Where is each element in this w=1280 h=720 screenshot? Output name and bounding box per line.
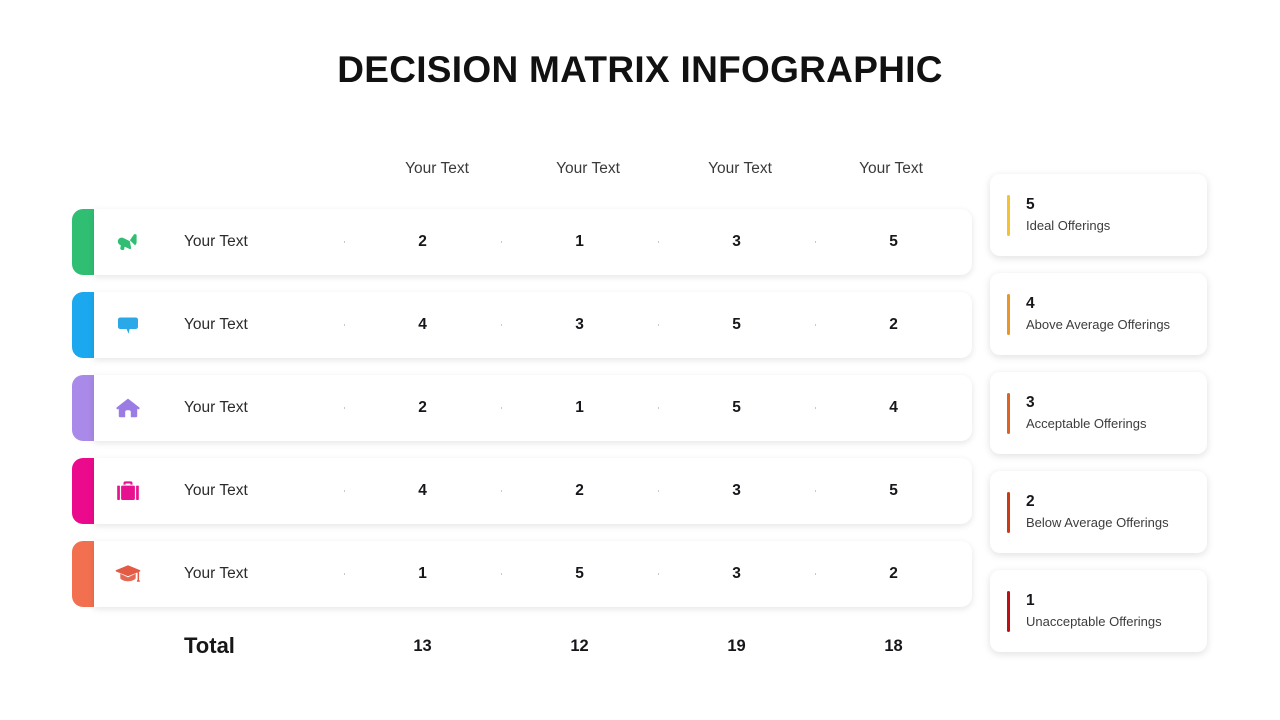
- legend-score: 2: [1026, 492, 1035, 510]
- matrix-cell: 2: [501, 482, 658, 500]
- legend-accent-bar: [1007, 294, 1010, 335]
- speech-bubble-icon: [94, 312, 162, 338]
- matrix-cell: 2: [344, 233, 501, 251]
- matrix-cell: 4: [815, 399, 972, 417]
- matrix-cell: 5: [658, 399, 815, 417]
- matrix-cell: 2: [815, 565, 972, 583]
- matrix-cell: 2: [815, 316, 972, 334]
- row-card[interactable]: Your Text 4 3 5 2: [94, 292, 972, 358]
- matrix-cell: 1: [344, 565, 501, 583]
- matrix-rows: Your Text 2 1 3 5 Your Text 4 3 5 2 Your…: [72, 209, 972, 607]
- legend-score: 5: [1026, 195, 1035, 213]
- briefcase-icon: [94, 478, 162, 504]
- legend-score: 4: [1026, 294, 1035, 312]
- column-header-1: Your Text: [405, 160, 469, 177]
- legend-panel: 5 Ideal Offerings 4 Above Average Offeri…: [990, 174, 1207, 669]
- legend-item-5[interactable]: 5 Ideal Offerings: [990, 174, 1207, 256]
- legend-accent-bar: [1007, 591, 1010, 632]
- total-value: 18: [884, 636, 903, 655]
- row-accent-bar: [72, 209, 94, 275]
- table-row[interactable]: Your Text 2 1 3 5: [72, 209, 972, 275]
- table-row[interactable]: Your Text 4 3 5 2: [72, 292, 972, 358]
- table-row[interactable]: Your Text 2 1 5 4: [72, 375, 972, 441]
- row-card[interactable]: Your Text 1 5 3 2: [94, 541, 972, 607]
- total-value: 19: [727, 636, 746, 655]
- legend-label: Acceptable Offerings: [1026, 415, 1147, 431]
- legend-item-3[interactable]: 3 Acceptable Offerings: [990, 372, 1207, 454]
- legend-item-4[interactable]: 4 Above Average Offerings: [990, 273, 1207, 355]
- legend-item-2[interactable]: 2 Below Average Offerings: [990, 471, 1207, 553]
- matrix-cell: 2: [344, 399, 501, 417]
- total-label: Total: [184, 633, 235, 658]
- graduation-cap-icon: [94, 561, 162, 587]
- column-header-4: Your Text: [859, 160, 923, 177]
- matrix-cell: 3: [501, 316, 658, 334]
- row-label: Your Text: [184, 565, 248, 582]
- megaphone-icon: [94, 228, 162, 256]
- total-value: 13: [413, 636, 432, 655]
- legend-label: Above Average Offerings: [1026, 316, 1171, 332]
- row-cells: 2 1 5 4: [344, 399, 972, 417]
- row-card[interactable]: Your Text 2 1 5 4: [94, 375, 972, 441]
- matrix-cell: 5: [501, 565, 658, 583]
- row-card[interactable]: Your Text 4 2 3 5: [94, 458, 972, 524]
- row-label: Your Text: [184, 482, 248, 499]
- row-accent-bar: [72, 458, 94, 524]
- row-label: Your Text: [184, 233, 248, 250]
- row-accent-bar: [72, 541, 94, 607]
- row-cells: 1 5 3 2: [344, 565, 972, 583]
- total-value: 12: [570, 636, 589, 655]
- legend-accent-bar: [1007, 195, 1010, 236]
- matrix-cell: 5: [815, 233, 972, 251]
- legend-score: 1: [1026, 591, 1035, 609]
- house-icon: [94, 395, 162, 421]
- matrix-cell: 5: [658, 316, 815, 334]
- row-cells: 2 1 3 5: [344, 233, 972, 251]
- table-row[interactable]: Your Text 1 5 3 2: [72, 541, 972, 607]
- legend-text: 4 Above Average Offerings: [990, 294, 1170, 334]
- column-header-3: Your Text: [708, 160, 772, 177]
- legend-label: Ideal Offerings: [1026, 217, 1111, 233]
- row-label: Your Text: [184, 316, 248, 333]
- legend-text: 3 Acceptable Offerings: [990, 393, 1146, 433]
- legend-accent-bar: [1007, 393, 1010, 434]
- matrix-cell: 1: [501, 399, 658, 417]
- legend-score: 3: [1026, 393, 1035, 411]
- matrix-cell: 4: [344, 482, 501, 500]
- matrix-cell: 3: [658, 565, 815, 583]
- matrix-cell: 3: [658, 233, 815, 251]
- matrix-cell: 3: [658, 482, 815, 500]
- legend-label: Below Average Offerings: [1026, 514, 1169, 530]
- column-header-row: Your Text Your Text Your Text Your Text: [72, 160, 972, 200]
- page-title: DECISION MATRIX INFOGRAPHIC: [337, 49, 943, 90]
- row-accent-bar: [72, 375, 94, 441]
- legend-label: Unacceptable Offerings: [1026, 613, 1162, 629]
- legend-text: 2 Below Average Offerings: [990, 492, 1169, 532]
- legend-text: 1 Unacceptable Offerings: [990, 591, 1162, 631]
- row-label: Your Text: [184, 399, 248, 416]
- table-row[interactable]: Your Text 4 2 3 5: [72, 458, 972, 524]
- legend-accent-bar: [1007, 492, 1010, 533]
- total-body: Total 13 12 19 18: [94, 633, 972, 659]
- column-header-2: Your Text: [556, 160, 620, 177]
- row-card[interactable]: Your Text 2 1 3 5: [94, 209, 972, 275]
- row-cells: 4 3 5 2: [344, 316, 972, 334]
- matrix-cell: 4: [344, 316, 501, 334]
- total-row: Total 13 12 19 18: [72, 624, 972, 668]
- decision-matrix: Your Text Your Text Your Text Your Text …: [72, 160, 972, 668]
- row-cells: 4 2 3 5: [344, 482, 972, 500]
- matrix-cell: 1: [501, 233, 658, 251]
- row-accent-bar: [72, 292, 94, 358]
- matrix-cell: 5: [815, 482, 972, 500]
- total-cells: 13 12 19 18: [344, 637, 972, 656]
- legend-item-1[interactable]: 1 Unacceptable Offerings: [990, 570, 1207, 652]
